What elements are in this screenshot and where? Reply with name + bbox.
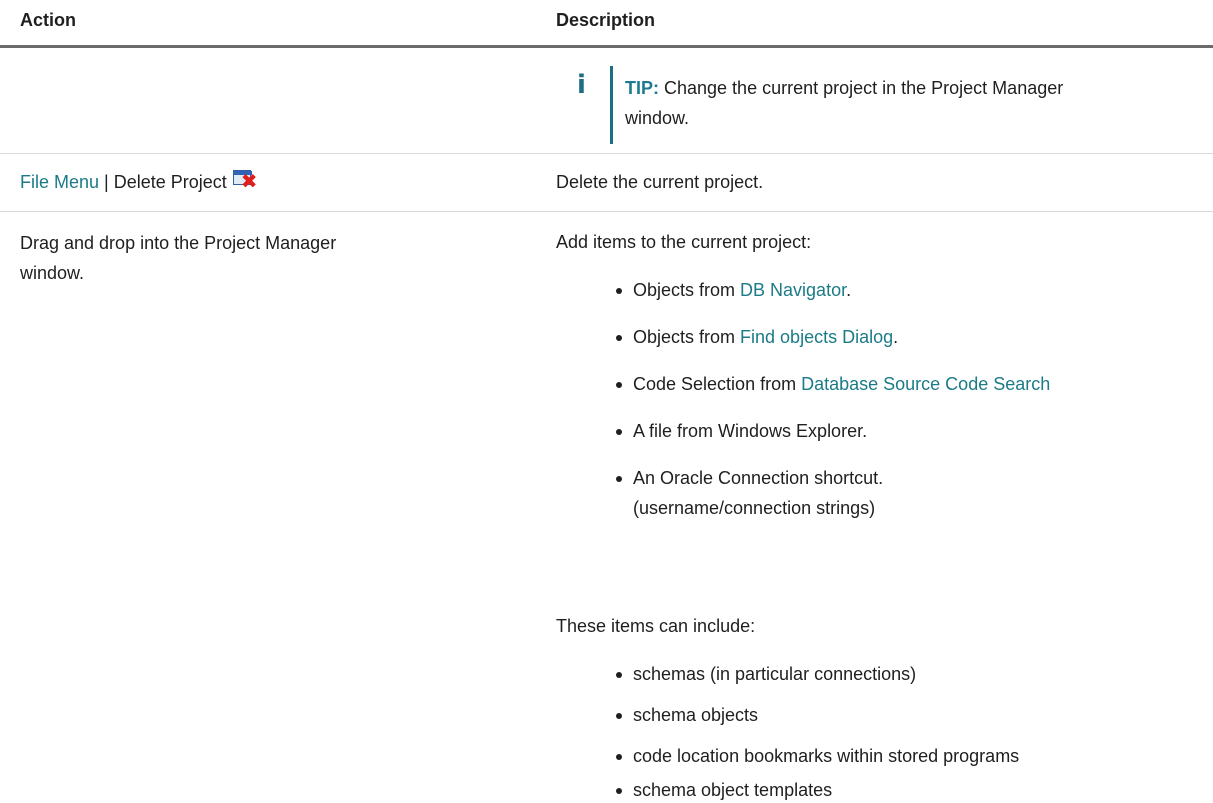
list-item: Objects from Find objects Dialog. [615,322,898,352]
description-delete-project: Delete the current project. [556,172,764,192]
help-page: Action Description i TIP: Change the cur… [0,0,1213,803]
delete-project-label: | Delete Project [99,172,227,192]
list-item: code location bookmarks within stored pr… [615,741,1019,771]
tip-callout: i TIP: Change the current project in the… [577,66,1177,146]
column-header-action: Action [20,10,76,30]
add-items-intro: Add items to the current project: [556,232,812,252]
action-drag-drop-line1: Drag and drop into the Project Manager [20,233,337,253]
column-header-description: Description [556,10,656,30]
list-item: schema object templates [615,775,832,803]
action-delete-project: File Menu | Delete Project ✖ [20,168,258,196]
list-item: schemas (in particular connections) [615,659,916,689]
action-drag-drop-line2: window. [20,263,85,283]
list-item: schema objects [615,700,758,730]
include-intro: These items can include: [556,616,756,636]
tip-divider [610,66,613,144]
row-divider [0,153,1213,154]
file-menu-link[interactable]: File Menu [20,172,99,192]
info-icon: i [577,70,586,100]
list-item: An Oracle Connection shortcut. (username… [615,463,883,523]
db-navigator-link[interactable]: DB Navigator [740,280,846,300]
database-source-code-search-link[interactable]: Database Source Code Search [801,374,1050,394]
tip-text: TIP: Change the current project in the P… [625,73,1105,133]
tip-label: TIP: [625,78,659,98]
list-item: Code Selection from Database Source Code… [615,369,1050,399]
list-item: Objects from DB Navigator. [615,275,851,305]
list-item: A file from Windows Explorer. [615,416,867,446]
tip-body: Change the current project in the Projec… [625,78,1064,128]
row-divider [0,211,1213,212]
table-header: Action Description [0,0,1213,48]
action-drag-drop: Drag and drop into the Project Manager w… [20,228,336,288]
find-objects-dialog-link[interactable]: Find objects Dialog [740,327,893,347]
delete-project-icon: ✖ [232,170,258,191]
